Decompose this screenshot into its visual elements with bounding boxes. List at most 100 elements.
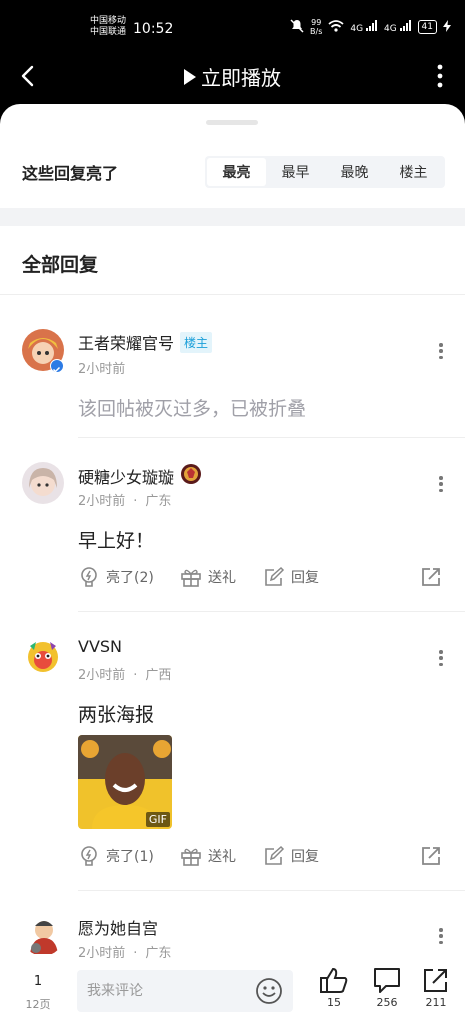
share-post-button[interactable]: 211 xyxy=(416,966,456,1009)
highlights-label: 这些回复亮了 xyxy=(22,164,119,183)
back-arrow-icon xyxy=(21,65,34,87)
username[interactable]: 王者荣耀官号 楼主 xyxy=(78,330,213,354)
reply-button[interactable]: 回复 xyxy=(263,845,319,867)
gift-icon xyxy=(181,569,201,587)
divider xyxy=(78,611,465,612)
comment-meta: 2小时前 · 广东 xyxy=(78,946,172,961)
sort-tab-host[interactable]: 楼主 xyxy=(384,158,443,186)
section-divider-band xyxy=(0,208,465,226)
back-button[interactable] xyxy=(14,62,42,90)
comment-location: 广东 xyxy=(145,946,172,961)
comment-more-button[interactable] xyxy=(435,473,447,495)
divider xyxy=(78,890,465,891)
top-nav: 立即播放 xyxy=(0,48,465,106)
username[interactable]: 硬糖少女璇璇 xyxy=(78,463,202,489)
sort-tab-earliest[interactable]: 最早 xyxy=(266,158,325,186)
carrier-2: 中国联通 xyxy=(90,27,127,37)
bottom-bar: 1 12页 15 256 211 xyxy=(0,960,465,1023)
comment-bubble-icon xyxy=(374,968,400,993)
comment-actions: 亮了(1) 送礼 回复 xyxy=(78,845,448,871)
nav-title: 立即播放 xyxy=(201,66,281,90)
wifi-icon xyxy=(328,19,344,36)
comment-text: 两张海报 xyxy=(78,704,155,726)
comments-button[interactable]: 256 xyxy=(367,966,407,1009)
comment-input[interactable] xyxy=(87,980,247,1002)
comments-count: 256 xyxy=(376,996,398,1009)
emoji-icon xyxy=(256,978,282,1004)
likes-count: 15 xyxy=(327,996,341,1009)
avatar[interactable] xyxy=(22,462,64,504)
share-button[interactable] xyxy=(420,845,442,867)
charging-icon xyxy=(443,19,451,35)
status-icons: 99 B/s 4G 4G 41 xyxy=(290,18,451,36)
avatar[interactable] xyxy=(22,636,64,678)
drag-handle[interactable] xyxy=(206,120,258,125)
comment-more-button[interactable] xyxy=(435,340,447,362)
like-button[interactable]: 亮了(2) xyxy=(78,566,154,588)
divider xyxy=(0,294,465,295)
lightbulb-icon xyxy=(81,567,97,587)
page-indicator[interactable]: 1 xyxy=(22,974,54,989)
edit-reply-icon xyxy=(265,566,285,586)
comment-text: 早上好！ xyxy=(78,530,155,552)
share-button[interactable] xyxy=(420,566,442,588)
thumbs-up-icon xyxy=(320,967,348,993)
signal-1: 4G xyxy=(350,20,378,34)
page-total[interactable]: 12页 xyxy=(22,996,54,1012)
gift-button[interactable]: 送礼 xyxy=(180,845,236,867)
comment-location: 广西 xyxy=(145,668,172,683)
host-badge: 楼主 xyxy=(180,331,213,353)
sort-tab-latest[interactable]: 最晚 xyxy=(325,158,384,186)
comment-actions: 亮了(2) 送礼 回复 xyxy=(78,566,448,592)
gif-image[interactable]: GIF xyxy=(78,735,172,829)
mute-icon xyxy=(290,18,304,36)
comment-meta: 2小时前 · 广东 xyxy=(78,494,172,509)
all-replies-title: 全部回复 xyxy=(22,254,99,276)
share-icon xyxy=(422,847,440,865)
comment-input-box[interactable] xyxy=(77,970,293,1012)
status-bar: 中国移动 中国联通 10:52 99 B/s 4G 4G 41 xyxy=(0,0,465,48)
rank-medal-icon xyxy=(180,463,202,489)
net-speed: 99 B/s xyxy=(310,18,323,36)
folded-comment-text[interactable]: 该回帖被灭过多，已被折叠 xyxy=(78,394,306,421)
comment-time: 2小时前 xyxy=(78,362,126,377)
gift-button[interactable]: 送礼 xyxy=(180,566,236,588)
lightbulb-icon xyxy=(81,846,97,866)
divider xyxy=(78,437,465,438)
verified-icon xyxy=(50,359,64,373)
username[interactable]: 愿为她自宫 xyxy=(78,915,158,939)
more-menu-button[interactable] xyxy=(429,62,451,90)
comment-location: 广东 xyxy=(145,494,172,509)
emoji-button[interactable] xyxy=(255,977,283,1005)
sort-tabs: 最亮 最早 最晚 楼主 xyxy=(205,156,445,188)
reply-button[interactable]: 回复 xyxy=(263,566,319,588)
carrier-1: 中国移动 xyxy=(90,16,127,26)
battery-icon: 41 xyxy=(417,20,437,34)
sort-tab-brightest[interactable]: 最亮 xyxy=(207,158,266,186)
play-icon xyxy=(184,68,196,85)
gif-tag: GIF xyxy=(145,812,170,827)
comment-meta: 2小时前 xyxy=(78,358,125,377)
signal-2: 4G xyxy=(384,20,412,34)
comment-time: 2小时前 xyxy=(78,946,126,961)
comment-more-button[interactable] xyxy=(435,925,447,947)
carrier-info: 中国移动 中国联通 xyxy=(90,16,126,38)
play-now-button[interactable]: 立即播放 xyxy=(183,62,281,91)
comment-time: 2小时前 xyxy=(78,668,126,683)
avatar[interactable] xyxy=(22,914,64,956)
comment-meta: 2小时前 · 广西 xyxy=(78,668,172,683)
shares-count: 211 xyxy=(425,996,447,1009)
share-icon xyxy=(422,568,440,586)
vertical-dots-icon xyxy=(437,64,443,88)
share-icon xyxy=(424,969,447,992)
comment-time: 2小时前 xyxy=(78,494,126,509)
comment-more-button[interactable] xyxy=(435,647,447,669)
thumbs-up-button[interactable]: 15 xyxy=(314,966,354,1009)
clock: 10:52 xyxy=(133,21,174,37)
highlights-row: 这些回复亮了 最亮 最早 最晚 楼主 xyxy=(0,144,465,200)
edit-reply-icon xyxy=(265,845,285,865)
username[interactable]: VVSN xyxy=(78,637,122,656)
gift-icon xyxy=(181,848,201,866)
like-button[interactable]: 亮了(1) xyxy=(78,845,154,867)
content-sheet: 这些回复亮了 最亮 最早 最晚 楼主 全部回复 王者荣耀官号 楼主 2小时前 该… xyxy=(0,104,465,1023)
